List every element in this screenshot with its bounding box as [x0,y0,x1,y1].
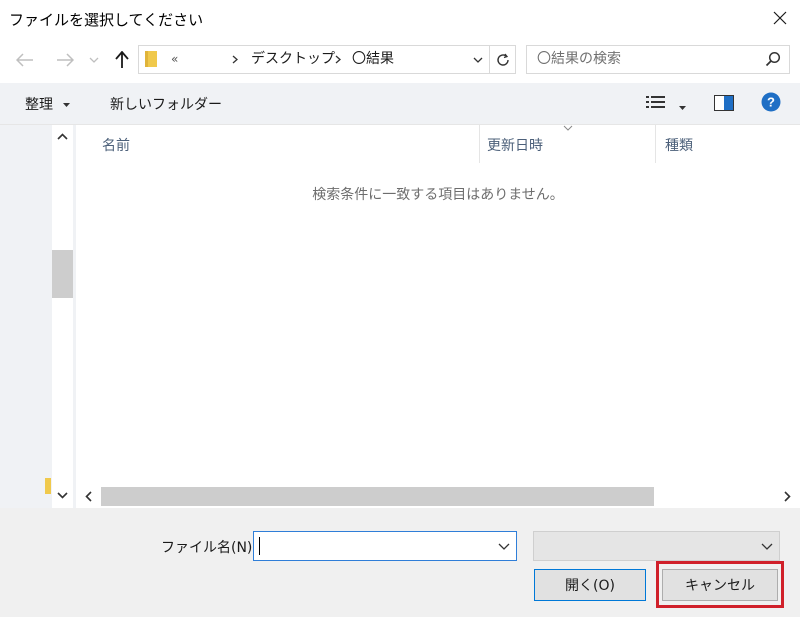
recent-dropdown-icon [89,57,99,63]
file-type-select[interactable] [533,531,780,561]
command-bar: 整理 新しいフォルダー ? [0,83,800,125]
scroll-up-icon[interactable] [57,133,68,140]
view-menu-icon [646,96,665,108]
refresh-button[interactable] [490,45,516,74]
view-options-dropdown[interactable] [679,98,686,114]
folder-icon [145,51,157,67]
navigation-scrollbar[interactable] [52,125,73,508]
chevron-down-icon [761,543,773,550]
scroll-right-icon[interactable] [784,491,791,502]
organize-label: 整理 [25,97,53,113]
horizontal-scroll-thumb[interactable] [101,487,654,506]
up-button[interactable] [110,48,134,72]
empty-results-message: 検索条件に一致する項目はありません。 [312,187,564,203]
column-header-name[interactable]: 名前 [102,135,130,155]
window-title: ファイルを選択してください [9,11,204,29]
refresh-icon [496,53,509,66]
back-button[interactable] [12,48,38,72]
view-options-button[interactable] [646,95,666,115]
search-icon[interactable] [765,51,781,67]
forward-button[interactable] [52,48,78,72]
cancel-button[interactable]: キャンセル [662,569,778,601]
column-divider[interactable] [655,125,656,163]
filename-input[interactable] [253,531,517,561]
chevron-down-icon[interactable] [498,538,510,554]
address-dropdown-button[interactable] [466,45,490,74]
recent-locations-button[interactable] [86,48,102,72]
column-header-row: 名前 更新日時 種類 [76,125,800,163]
chevron-right-icon [232,55,238,64]
chevron-right-icon [335,55,341,64]
svg-text:?: ? [767,95,775,110]
forward-arrow-icon [57,53,74,67]
open-button[interactable]: 開く(O) [534,569,646,601]
breadcrumb-current-folder[interactable]: 〇結果 [352,46,394,73]
text-caret [259,537,260,555]
preview-pane-button[interactable] [714,95,734,115]
chevron-down-icon [63,103,71,107]
new-folder-button[interactable]: 新しいフォルダー [110,94,222,114]
help-button[interactable]: ? [761,92,781,116]
column-divider[interactable] [479,125,480,163]
sort-indicator-icon [563,125,573,131]
breadcrumb-overflow[interactable]: « [171,46,178,73]
back-arrow-icon [16,53,33,67]
search-placeholder: 〇結果の検索 [537,51,621,67]
up-arrow-icon [115,51,129,68]
breadcrumb-desktop[interactable]: デスクトップ [251,46,335,73]
close-icon [773,11,787,25]
navigation-scroll-thumb[interactable] [52,250,73,298]
title-bar: ファイルを選択してください [0,0,800,36]
close-button[interactable] [760,0,800,36]
address-bar[interactable]: « デスクトップ 〇結果 [138,45,490,74]
folder-icon [45,478,51,494]
column-header-type[interactable]: 種類 [665,135,693,155]
scroll-down-icon[interactable] [57,492,68,499]
search-box[interactable]: 〇結果の検索 [526,45,790,74]
help-icon: ? [761,92,781,112]
preview-pane-icon [714,95,734,111]
chevron-down-icon [679,106,686,110]
scroll-left-icon[interactable] [85,491,92,502]
filename-label: ファイル名(N): [161,540,258,556]
chevron-down-icon [473,57,483,63]
organize-menu[interactable]: 整理 [25,94,71,114]
column-header-date[interactable]: 更新日時 [487,135,543,155]
